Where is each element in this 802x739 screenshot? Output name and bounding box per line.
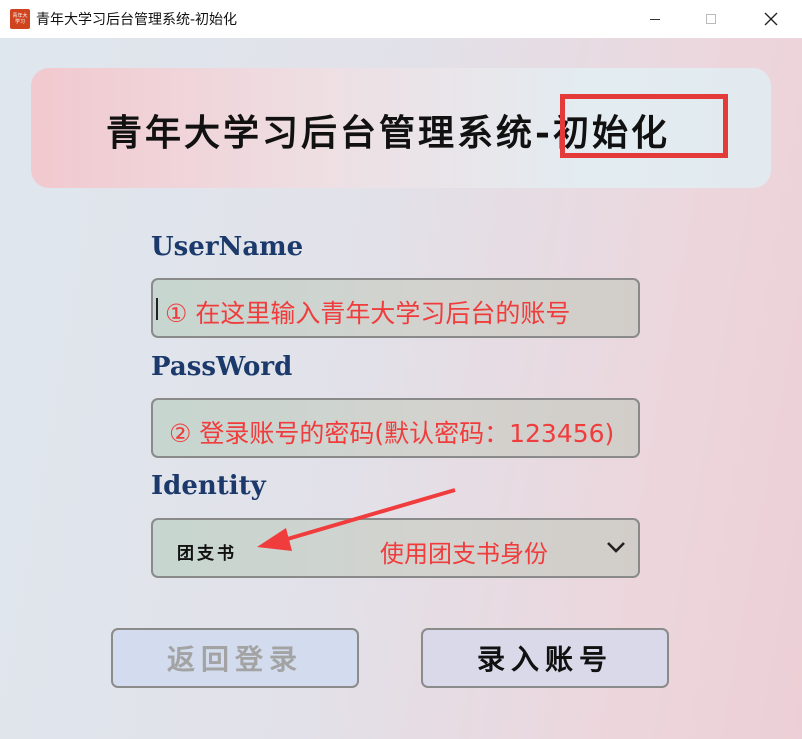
- identity-annotation: 使用团支书身份: [380, 540, 548, 568]
- header-banner: 青年大学习后台管理系统-初始化: [31, 68, 771, 188]
- client-area: 青年大学习后台管理系统-初始化 UserName ① 在这里输入青年大学习后台的…: [0, 38, 802, 739]
- password-label: PassWord: [151, 352, 293, 382]
- app-logo-icon: 青年大学习: [10, 9, 30, 29]
- identity-label: Identity: [151, 471, 266, 501]
- window-title: 青年大学习后台管理系统-初始化: [36, 12, 238, 28]
- username-input[interactable]: ① 在这里输入青年大学习后台的账号: [151, 278, 640, 338]
- maximize-icon: [706, 14, 716, 24]
- annotation-highlight-box: [560, 94, 728, 158]
- close-icon: [764, 12, 778, 26]
- identity-selected-value: 团支书: [177, 544, 237, 564]
- username-label: UserName: [151, 232, 304, 262]
- close-button[interactable]: [748, 0, 794, 38]
- maximize-button[interactable]: [688, 0, 734, 38]
- username-hint: ① 在这里输入青年大学习后台的账号: [165, 299, 571, 328]
- password-hint: ② 登录账号的密码(默认密码：123456): [169, 419, 615, 448]
- minimize-icon: [650, 18, 660, 20]
- text-cursor: [156, 298, 158, 320]
- minimize-button[interactable]: [632, 0, 678, 38]
- title-bar: 青年大学习 青年大学习后台管理系统-初始化: [0, 0, 802, 38]
- password-input[interactable]: ② 登录账号的密码(默认密码：123456): [151, 398, 640, 458]
- submit-account-button[interactable]: 录入账号: [421, 628, 669, 688]
- identity-select[interactable]: 团支书 使用团支书身份: [151, 518, 640, 578]
- back-to-login-button[interactable]: 返回登录: [111, 628, 359, 688]
- chevron-down-icon: [607, 542, 625, 553]
